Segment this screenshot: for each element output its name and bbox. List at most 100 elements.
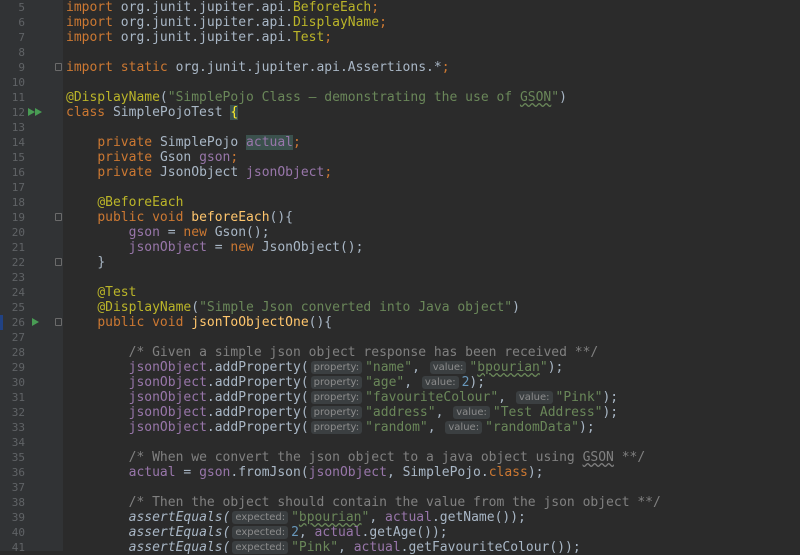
- token: , SimplePojo.: [386, 465, 489, 480]
- line-number: 41: [11, 541, 25, 554]
- token: "age": [365, 375, 405, 390]
- code-text: jsonObject.addProperty(property: "name", …: [128, 360, 564, 375]
- fold-marker-icon[interactable]: [55, 213, 62, 221]
- line-number: 7: [18, 31, 25, 44]
- code-line: 13: [0, 120, 800, 135]
- line-number: 33: [11, 421, 25, 434]
- code-line: 24 @Test: [0, 285, 800, 300]
- token: class: [66, 105, 106, 120]
- token: import: [66, 15, 113, 30]
- parameter-hint: value:: [453, 406, 490, 419]
- line-number: 26: [11, 316, 25, 329]
- token: 2: [461, 375, 470, 390]
- token: DisplayName: [292, 15, 380, 30]
- token: @BeforeEach: [97, 195, 184, 210]
- line-number: 34: [11, 436, 25, 449]
- parameter-hint: property:: [310, 391, 363, 404]
- line-number: 24: [11, 286, 25, 299]
- token: Gson();: [206, 225, 270, 240]
- token: JsonObject: [159, 165, 239, 180]
- parameter-hint: value:: [421, 376, 459, 389]
- token: ": [539, 360, 548, 375]
- token: "Simple Json converted into Java object": [199, 300, 513, 315]
- token: bpourian: [477, 360, 540, 375]
- code-text: gson = new Gson();: [66, 225, 270, 240]
- code-line: 15 private Gson gson;: [0, 150, 800, 165]
- run-test-icon[interactable]: [32, 318, 39, 326]
- code-line: 11 @DisplayName("SimplePojo Class – demo…: [0, 90, 800, 105]
- token: public: [97, 315, 145, 330]
- code-line: 28 /* Given a simple json object respons…: [0, 345, 800, 360]
- line-number: 29: [11, 361, 25, 374]
- code-line: 8: [0, 45, 800, 60]
- fold-marker-icon[interactable]: [55, 258, 62, 266]
- line-number: 18: [11, 196, 25, 209]
- token: ): [559, 90, 567, 105]
- code-line: 33 jsonObject.addProperty(property: "rand…: [0, 420, 800, 435]
- line-number: 14: [11, 136, 25, 149]
- line-number: 39: [11, 511, 25, 524]
- code-text: /* Given a simple json object response h…: [66, 345, 599, 360]
- code-text: jsonObject.addProperty(property: "age", v…: [128, 375, 486, 390]
- token: ": [361, 510, 370, 525]
- token: ;: [379, 15, 387, 30]
- code-text: import static org.junit.jupiter.api.Asse…: [66, 60, 450, 75]
- token: =: [175, 465, 200, 480]
- token: actual: [353, 540, 401, 555]
- parameter-hint: expected:: [232, 526, 289, 539]
- token: new: [230, 240, 254, 255]
- code-text: jsonObject.addProperty(property: "address…: [128, 405, 619, 420]
- code-editor[interactable]: 5 import org.junit.jupiter.api.BeforeEac…: [0, 0, 800, 555]
- token: ;: [324, 30, 333, 45]
- token: import static: [66, 60, 168, 75]
- code-text: assertEquals(expected: 2, actual.getAge()…: [128, 525, 448, 540]
- token: "Test Address": [492, 405, 603, 420]
- token: "random": [365, 420, 428, 435]
- token: JsonObject();: [253, 240, 364, 255]
- token: "name": [365, 360, 413, 375]
- code-line: 6 import org.junit.jupiter.api.DisplayNa…: [0, 15, 800, 30]
- token: .addProperty(: [206, 390, 309, 405]
- code-line: 40 assertEquals(expected: 2, actual.getAg…: [0, 525, 800, 540]
- line-number: 21: [11, 241, 25, 254]
- line-number: 13: [11, 121, 25, 134]
- token: );: [527, 465, 544, 480]
- token: **/: [613, 450, 646, 465]
- token: .getName());: [431, 510, 526, 525]
- code-text: jsonObject.addProperty(property: "random"…: [128, 420, 595, 435]
- token: SimplePojo: [159, 135, 239, 150]
- fold-marker-icon[interactable]: [55, 63, 62, 71]
- code-line: 25 @DisplayName("Simple Json converted i…: [0, 300, 800, 315]
- token: jsonObject: [128, 360, 207, 375]
- code-text: public void beforeEach(){: [66, 210, 293, 225]
- token: public: [97, 210, 145, 225]
- code-text: /* When we convert the json object to a …: [66, 450, 646, 465]
- token: jsonObject: [128, 390, 207, 405]
- run-class-icon[interactable]: [35, 108, 42, 116]
- code-text: @DisplayName("SimplePojo Class – demonst…: [66, 90, 567, 105]
- fold-marker-icon[interactable]: [55, 318, 62, 326]
- line-number: 28: [11, 346, 25, 359]
- run-class-icon[interactable]: [28, 108, 35, 116]
- token: .fromJson(: [230, 465, 309, 480]
- line-number: 22: [11, 256, 25, 269]
- code-line: 19 public void beforeEach(){: [0, 210, 800, 225]
- code-line: 34: [0, 435, 800, 450]
- line-number: 36: [11, 466, 25, 479]
- token: @DisplayName: [97, 300, 192, 315]
- code-line: 16 private JsonObject jsonObject;: [0, 165, 800, 180]
- token: jsonObject: [128, 405, 207, 420]
- code-line: 36 actual = gson.fromJson(jsonObject, Si…: [0, 465, 800, 480]
- code-line: 26 public void jsonToObjectOne(){: [0, 315, 800, 330]
- line-number: 12: [11, 106, 25, 119]
- token: jsonObject: [128, 375, 207, 390]
- line-number: 15: [11, 151, 25, 164]
- line-number: 23: [11, 271, 25, 284]
- token: actual: [246, 135, 294, 150]
- token: =: [159, 225, 184, 240]
- parameter-hint: property:: [310, 421, 363, 434]
- parameter-hint: expected:: [232, 541, 289, 554]
- token: "randomData": [485, 420, 579, 435]
- code-line: 37: [0, 480, 800, 495]
- parameter-hint: expected:: [232, 511, 289, 524]
